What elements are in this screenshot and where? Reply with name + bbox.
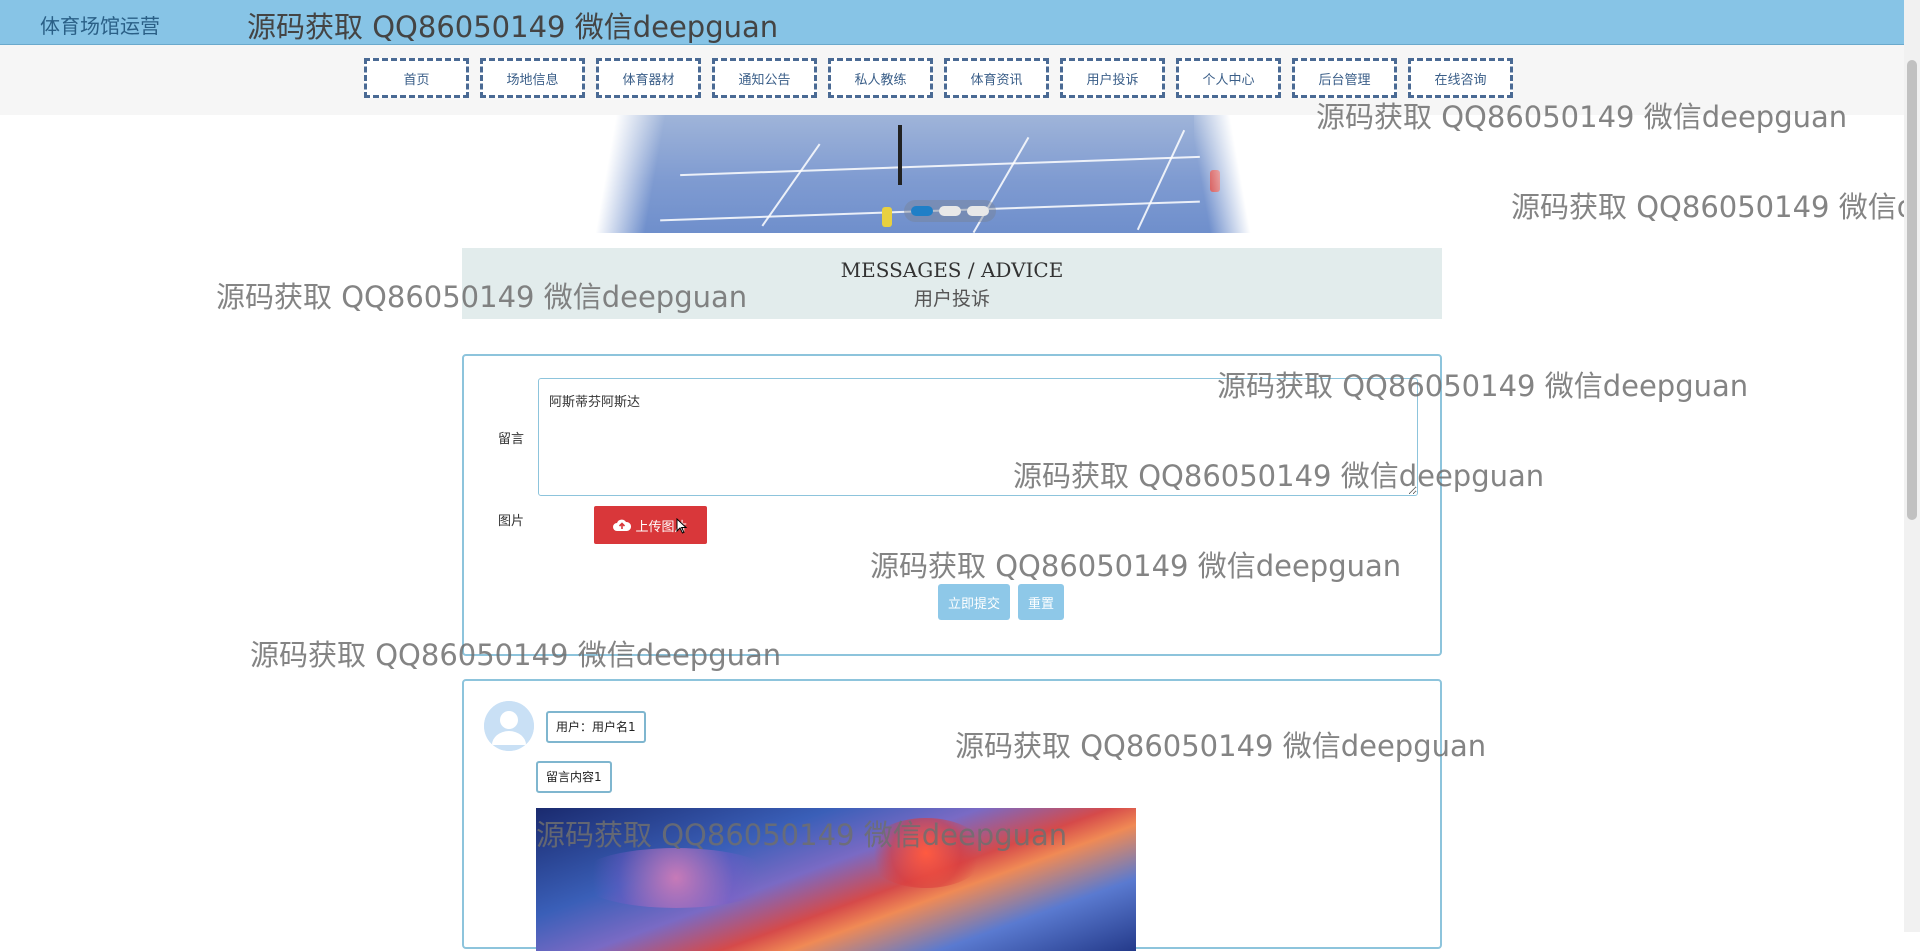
slider-dot-1[interactable] [911, 206, 933, 216]
upload-image-button[interactable]: 上传图片 [594, 506, 707, 544]
mouse-cursor-icon [676, 518, 688, 534]
image-label: 图片 [498, 514, 525, 529]
watermark: 源码获取 QQ86050149 微信deepguan [1511, 190, 1920, 224]
slider-dots [904, 200, 996, 222]
comment-content: 留言内容1 [536, 761, 612, 793]
slider-dot-3[interactable] [967, 206, 989, 216]
nav-item-complaints[interactable]: 用户投诉 [1060, 58, 1165, 98]
message-label: 留言 [498, 432, 525, 447]
comment-image [536, 808, 1136, 951]
avatar [484, 701, 534, 751]
site-title[interactable]: 体育场馆运营 [40, 10, 160, 39]
banner-fade-left [560, 115, 680, 233]
nav-item-personal-center[interactable]: 个人中心 [1176, 58, 1281, 98]
banner-fade-right [1194, 115, 1254, 233]
submit-button[interactable]: 立即提交 [938, 584, 1011, 620]
comment-user: 用户：用户名1 [546, 711, 646, 743]
nav-item-sports-news[interactable]: 体育资讯 [944, 58, 1049, 98]
scrollbar-thumb[interactable] [1907, 60, 1917, 520]
slider-dot-2[interactable] [939, 206, 961, 216]
page-scrollbar[interactable] [1904, 0, 1920, 932]
nav-item-notices[interactable]: 通知公告 [712, 58, 817, 98]
form-actions: 立即提交 重置 [938, 584, 1065, 620]
complaint-form: 留言 阿斯蒂芬阿斯达 图片 上传图片 立即提交 重置 [462, 354, 1442, 656]
nav-item-equipment[interactable]: 体育器材 [596, 58, 701, 98]
nav-item-online-consult[interactable]: 在线咨询 [1408, 58, 1513, 98]
user-avatar-icon [484, 701, 534, 751]
comment-card: 用户：用户名1 留言内容1 [462, 679, 1442, 951]
cloud-glow [576, 848, 776, 908]
main-nav: 首页 场地信息 体育器材 通知公告 私人教练 体育资讯 用户投诉 个人中心 后台… [0, 45, 1904, 115]
tennis-net-post [898, 125, 902, 185]
nav-item-coaches[interactable]: 私人教练 [828, 58, 933, 98]
player-figure [882, 207, 892, 227]
top-header: 体育场馆运营 [0, 0, 1904, 45]
nav-item-home[interactable]: 首页 [364, 58, 469, 98]
nav-item-venue-info[interactable]: 场地信息 [480, 58, 585, 98]
cloud-glow [866, 818, 986, 888]
cloud-upload-icon [613, 519, 632, 531]
message-textarea[interactable]: 阿斯蒂芬阿斯达 [538, 378, 1418, 496]
court-line [1136, 129, 1186, 231]
court-line [680, 155, 1200, 177]
section-title-cn: 用户投诉 [913, 288, 990, 310]
nav-item-admin[interactable]: 后台管理 [1292, 58, 1397, 98]
section-header: MESSAGES / ADVICE 用户投诉 [462, 248, 1442, 319]
nav-list: 首页 场地信息 体育器材 通知公告 私人教练 体育资讯 用户投诉 个人中心 后台… [364, 58, 1513, 98]
section-title-en: MESSAGES / ADVICE [840, 258, 1064, 282]
reset-button[interactable]: 重置 [1018, 584, 1065, 620]
